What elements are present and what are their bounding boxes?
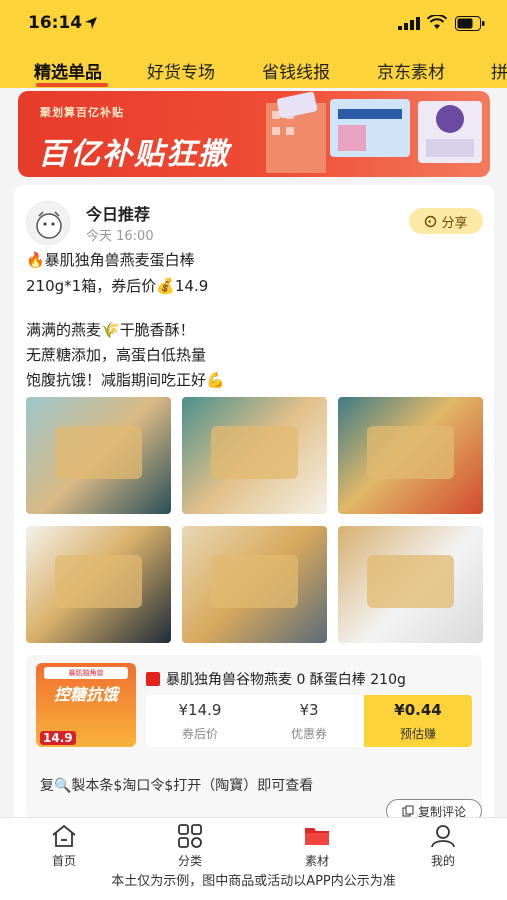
- nav-profile[interactable]: 我的: [413, 824, 473, 869]
- feed-line-5: 无蔗糖添加，高蛋白低热量: [26, 346, 207, 364]
- coupon-cell: ¥3 优惠券: [255, 695, 363, 747]
- battery-icon: [455, 16, 485, 31]
- thumb-price: 14.9: [40, 731, 76, 745]
- feed-timestamp: 今天 16:00: [86, 229, 154, 244]
- promo-banner[interactable]: 聚划算百亿补贴 百亿补贴狂撒: [18, 91, 490, 177]
- product-photo-3[interactable]: [338, 397, 483, 514]
- banner-title: 百亿补贴狂撒: [38, 137, 230, 172]
- estimated-earn: ¥0.44: [394, 701, 442, 719]
- category-tabs: 精选单品 好货专场 省钱线报 京东素材 拼: [0, 52, 507, 88]
- active-tab-indicator: [36, 83, 108, 87]
- store-badge-icon: [146, 672, 160, 686]
- nav-category-label: 分类: [177, 854, 202, 868]
- nav-profile-label: 我的: [430, 854, 455, 868]
- price-row: ¥14.9 券后价 ¥3 优惠券 ¥0.44 预估赚: [146, 695, 472, 747]
- status-bar: 16:14: [0, 0, 507, 46]
- coupon-value: ¥3: [299, 701, 319, 719]
- category-icon: [178, 824, 202, 848]
- tab-jd-material[interactable]: 京东素材: [377, 58, 445, 83]
- product-photo-6[interactable]: [338, 526, 483, 643]
- tab-featured[interactable]: 精选单品: [34, 58, 102, 83]
- banner-subtitle: 聚划算百亿补贴: [40, 106, 124, 119]
- bottom-nav: 首页 分类 素材 我的 本土仅为示例，图中商品或活动以APP内公示为准: [0, 817, 507, 900]
- feed-card: 今日推荐 今天 16:00 分享 🔥暴肌独角兽燕麦蛋白棒 210g*1箱，券后价…: [14, 185, 494, 825]
- cellular-signal-icon: [398, 17, 420, 30]
- product-photo-1[interactable]: [26, 397, 171, 514]
- thumb-brand: 暴肌独角兽: [44, 667, 128, 679]
- product-name-row: 暴肌独角兽谷物燕麦 0 酥蛋白棒 210g: [146, 669, 406, 689]
- tab-pdd[interactable]: 拼: [491, 58, 507, 83]
- price-after-coupon: ¥14.9: [178, 701, 222, 719]
- product-thumbnail[interactable]: 暴肌独角兽 控糖抗饿 14.9: [36, 663, 136, 747]
- product-photo-5[interactable]: [182, 526, 327, 643]
- nav-home-label: 首页: [51, 854, 76, 868]
- mascot-icon: [36, 211, 62, 239]
- share-button[interactable]: 分享: [409, 208, 483, 234]
- feed-line-6: 饱腹抗饿！减脂期间吃正好💪: [26, 371, 225, 389]
- price-after-coupon-label: 券后价: [181, 727, 218, 741]
- wifi-icon: [427, 15, 447, 29]
- copy-command-row: 复🔍製本条$淘口令$打开（陶寶）即可查看 复制评论: [26, 767, 482, 823]
- home-icon: [52, 824, 76, 847]
- estimated-earn-label: 预估赚: [399, 727, 436, 741]
- estimated-earn-cell[interactable]: ¥0.44 预估赚: [364, 695, 472, 747]
- product-photo-4[interactable]: [26, 526, 171, 643]
- product-photo-2[interactable]: [182, 397, 327, 514]
- banner-product-image: [266, 91, 482, 173]
- feed-line-2: 210g*1箱，券后价💰14.9: [26, 277, 209, 295]
- nav-material-label: 素材: [304, 854, 329, 868]
- feed-line-4: 满满的燕麦🌾干脆香酥！: [26, 321, 195, 339]
- product-card[interactable]: 暴肌独角兽 控糖抗饿 14.9 暴肌独角兽谷物燕麦 0 酥蛋白棒 210g ¥1…: [26, 655, 482, 781]
- top-header: 16:14 精选单品 好货专场 省钱线报 京东素材 拼: [0, 0, 507, 88]
- feed-title: 今日推荐: [86, 205, 151, 224]
- price-after-coupon-cell: ¥14.9 券后价: [146, 695, 254, 747]
- nav-material[interactable]: 素材: [287, 824, 347, 869]
- disclaimer-text: 本土仅为示例，图中商品或活动以APP内公示为准: [111, 874, 396, 889]
- status-time: 16:14: [28, 13, 83, 33]
- copy-command-text: 复🔍製本条$淘口令$打开（陶寶）即可查看: [40, 778, 314, 794]
- folder-icon: [305, 828, 329, 845]
- location-arrow-icon: [85, 17, 97, 29]
- nav-category[interactable]: 分类: [160, 824, 220, 869]
- thumb-title: 控糖抗饿: [53, 685, 118, 704]
- feed-line-1: 🔥暴肌独角兽燕麦蛋白棒: [26, 251, 195, 269]
- share-label: 分享: [441, 215, 468, 231]
- copy-icon: [402, 805, 414, 817]
- coupon-label: 优惠券: [290, 727, 327, 741]
- tab-good-deals[interactable]: 好货专场: [147, 58, 215, 83]
- share-icon: [425, 215, 437, 227]
- product-name: 暴肌独角兽谷物燕麦 0 酥蛋白棒 210g: [166, 672, 406, 688]
- profile-icon: [431, 825, 455, 848]
- avatar: [26, 201, 70, 245]
- nav-home[interactable]: 首页: [34, 824, 94, 869]
- tab-savings-news[interactable]: 省钱线报: [262, 58, 330, 83]
